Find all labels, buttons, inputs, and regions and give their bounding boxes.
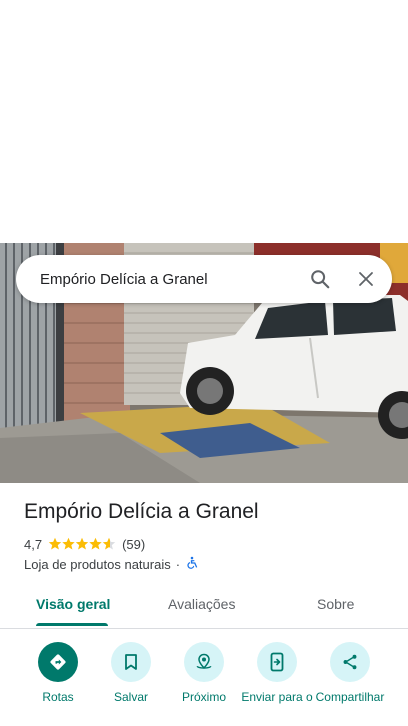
star-icon bbox=[102, 537, 116, 550]
star-rating bbox=[48, 537, 116, 551]
directions-label: Rotas bbox=[42, 690, 74, 704]
tab-indicator bbox=[36, 623, 108, 626]
rating-row[interactable]: 4,7 (59) bbox=[24, 535, 145, 553]
rating-value: 4,7 bbox=[24, 536, 43, 552]
search-bar[interactable]: Empório Delícia a Granel bbox=[16, 255, 392, 303]
tab-reviews[interactable]: Avaliações bbox=[168, 596, 235, 612]
star-icon bbox=[89, 537, 102, 550]
action-row: Rotas Salvar Próximo Enviar para o Compa… bbox=[0, 640, 408, 726]
nearby-label: Próximo bbox=[181, 690, 226, 704]
category-row: Loja de produtos naturais · bbox=[24, 556, 199, 573]
star-icon bbox=[62, 537, 75, 550]
tab-overview[interactable]: Visão geral bbox=[36, 596, 110, 612]
nearby-icon[interactable] bbox=[184, 642, 224, 682]
directions-icon[interactable] bbox=[38, 642, 78, 682]
star-icon bbox=[75, 537, 89, 550]
place-title: Empório Delícia a Granel bbox=[24, 500, 259, 523]
star-icon bbox=[48, 537, 62, 550]
wheelchair-icon bbox=[185, 556, 199, 573]
send-to-phone-label: Enviar para o bbox=[241, 690, 313, 704]
tab-about[interactable]: Sobre bbox=[317, 596, 354, 612]
send-to-phone-icon[interactable] bbox=[257, 642, 297, 682]
separator: · bbox=[175, 557, 181, 572]
directions-button[interactable]: Rotas bbox=[18, 640, 98, 704]
search-icon[interactable] bbox=[300, 259, 340, 299]
share-label: Compartilhar bbox=[315, 690, 385, 704]
save-button[interactable]: Salvar bbox=[91, 640, 171, 704]
share-icon[interactable] bbox=[330, 642, 370, 682]
tab-bar: Visão geral Avaliações Sobre bbox=[0, 586, 408, 629]
bookmark-icon[interactable] bbox=[111, 642, 151, 682]
search-query[interactable]: Empório Delícia a Granel bbox=[16, 271, 300, 288]
place-category: Loja de produtos naturais bbox=[24, 557, 171, 572]
review-count[interactable]: (59) bbox=[122, 537, 145, 552]
send-to-phone-button[interactable]: Enviar para o bbox=[237, 640, 317, 704]
share-button[interactable]: Compartilhar bbox=[310, 640, 390, 704]
save-label: Salvar bbox=[113, 690, 148, 704]
nearby-button[interactable]: Próximo bbox=[164, 640, 244, 704]
close-icon[interactable] bbox=[346, 259, 386, 299]
